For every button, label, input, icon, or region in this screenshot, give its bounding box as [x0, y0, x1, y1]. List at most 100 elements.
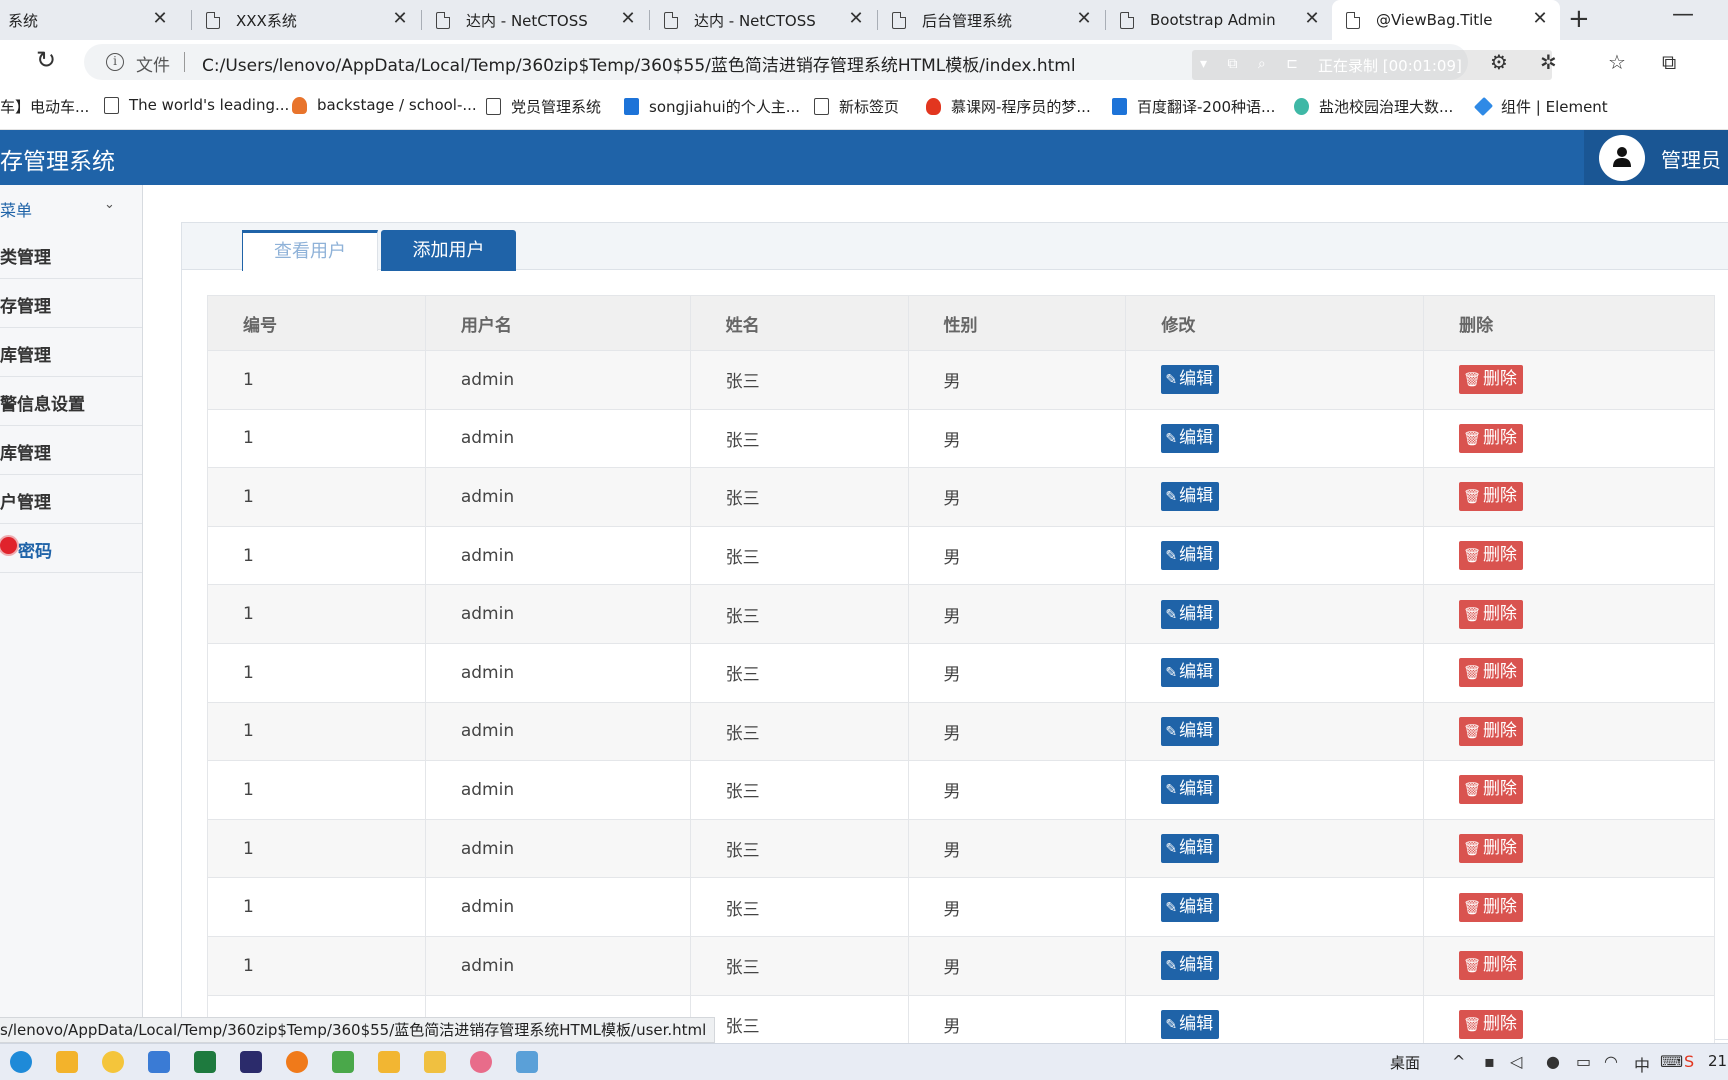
user-menu[interactable]: 管理员: [1584, 130, 1728, 185]
bookmark-item[interactable]: 组件 | Element: [1473, 96, 1608, 117]
edit-button[interactable]: ✎ 编辑: [1161, 834, 1220, 864]
qq-icon[interactable]: ●: [1546, 1052, 1560, 1071]
cell-gender: 男: [907, 642, 1127, 703]
browser-tab[interactable]: 后台管理系统 ✕: [878, 0, 1104, 40]
browser-tab[interactable]: XXX系统 ✕: [192, 0, 420, 40]
app-icon[interactable]: [332, 1051, 354, 1073]
cell-id: 1: [207, 584, 426, 644]
edit-button[interactable]: ✎ 编辑: [1161, 951, 1220, 981]
close-icon[interactable]: ✕: [846, 8, 866, 29]
extension-icon[interactable]: ⚙: [1490, 50, 1508, 74]
folder-icon[interactable]: [378, 1051, 400, 1073]
sidebar-item-password[interactable]: 密码: [0, 524, 142, 573]
tab-view-users[interactable]: 查看用户: [242, 230, 378, 271]
intellij-icon[interactable]: [240, 1051, 262, 1073]
browser-tab-active[interactable]: @ViewBag.Title ✕: [1332, 0, 1560, 40]
puzzle-icon[interactable]: ✲: [1540, 50, 1557, 74]
sidebar-item-inventory[interactable]: 存管理: [0, 279, 142, 328]
browser-tab[interactable]: 系统 ✕: [0, 0, 180, 40]
tab-add-user[interactable]: 添加用户: [381, 230, 516, 271]
app-icon[interactable]: [148, 1051, 170, 1073]
keyboard-icon[interactable]: ⌨: [1660, 1052, 1683, 1071]
delete-button[interactable]: 🗑 删除: [1459, 1009, 1523, 1039]
clock[interactable]: 21: [1708, 1052, 1727, 1070]
sidebar-menu-header[interactable]: 菜单 ⌄: [0, 185, 142, 230]
bookmark-item[interactable]: songjiahui的个人主...: [624, 96, 800, 117]
excel-icon[interactable]: [194, 1051, 216, 1073]
close-icon[interactable]: ✕: [390, 8, 410, 29]
delete-button[interactable]: 🗑 删除: [1459, 365, 1523, 395]
delete-button[interactable]: 🗑 删除: [1459, 716, 1523, 746]
app-icon[interactable]: [424, 1051, 446, 1073]
sidebar-item-stock-in[interactable]: 库管理: [0, 328, 142, 377]
sidebar-item-alert-settings[interactable]: 警信息设置: [0, 377, 142, 426]
bookmark-item[interactable]: The world's leading...: [104, 96, 289, 114]
browser-tab[interactable]: 达内 - NetCTOSS ✕: [650, 0, 876, 40]
chevron-up-icon[interactable]: ^: [1452, 1052, 1465, 1071]
address-bar[interactable]: i 文件 C:/Users/lenovo/AppData/Local/Temp/…: [84, 44, 1552, 80]
edit-button[interactable]: ✎ 编辑: [1161, 423, 1220, 453]
edge-icon[interactable]: [10, 1051, 32, 1073]
volume-icon[interactable]: ◁: [1510, 1052, 1522, 1071]
edit-button[interactable]: ✎ 编辑: [1161, 541, 1220, 571]
browser-tab[interactable]: Bootstrap Admin ✕: [1106, 0, 1332, 40]
edit-button[interactable]: ✎ 编辑: [1161, 658, 1220, 688]
close-icon[interactable]: ✕: [150, 8, 170, 29]
close-icon[interactable]: ✕: [618, 8, 638, 29]
reload-icon[interactable]: ↻: [36, 46, 56, 74]
collections-icon[interactable]: ⧉: [1662, 50, 1676, 74]
bookmark-item[interactable]: 车】电动车...: [0, 96, 89, 117]
delete-button[interactable]: 🗑 删除: [1459, 599, 1523, 629]
sidebar-item-users[interactable]: 户管理: [0, 475, 142, 524]
delete-button[interactable]: 🗑 删除: [1459, 892, 1523, 922]
wifi-icon[interactable]: ◠: [1604, 1052, 1618, 1071]
bookmark-item[interactable]: 慕课网-程序员的梦...: [926, 96, 1091, 117]
desktop-label[interactable]: 桌面: [1390, 1052, 1420, 1073]
cell-edit: ✎ 编辑: [1125, 525, 1425, 586]
battery-icon[interactable]: ▭: [1576, 1052, 1591, 1071]
minimize-icon[interactable]: —: [1672, 2, 1694, 27]
edit-button[interactable]: ✎ 编辑: [1161, 1009, 1220, 1039]
delete-button[interactable]: 🗑 删除: [1459, 658, 1523, 688]
delete-button[interactable]: 🗑 删除: [1459, 423, 1523, 453]
file-explorer-icon[interactable]: [56, 1051, 78, 1073]
bookmark-item[interactable]: 党员管理系统: [486, 96, 601, 117]
avatar[interactable]: [1599, 135, 1645, 181]
app-icon[interactable]: [286, 1051, 308, 1073]
browser-tab[interactable]: 达内 - NetCTOSS ✕: [422, 0, 648, 40]
close-icon[interactable]: ✕: [1074, 8, 1094, 29]
close-icon[interactable]: ✕: [1302, 8, 1322, 29]
delete-button[interactable]: 🗑 删除: [1459, 834, 1523, 864]
bookmark-item[interactable]: 百度翻译-200种语...: [1112, 96, 1275, 117]
app-icon[interactable]: [516, 1051, 538, 1073]
edit-button[interactable]: ✎ 编辑: [1161, 365, 1220, 395]
close-icon[interactable]: ✕: [1530, 8, 1550, 29]
edit-button[interactable]: ✎ 编辑: [1161, 892, 1220, 922]
cell-edit: ✎ 编辑: [1125, 818, 1425, 879]
app-icon[interactable]: S: [1684, 1052, 1694, 1071]
delete-button[interactable]: 🗑 删除: [1459, 951, 1523, 981]
delete-button[interactable]: 🗑 删除: [1459, 541, 1523, 571]
app-icon[interactable]: [102, 1051, 124, 1073]
bookmark-item[interactable]: 盐池校园治理大数...: [1294, 96, 1453, 117]
url-text[interactable]: C:/Users/lenovo/AppData/Local/Temp/360zi…: [202, 51, 1076, 76]
bookmark-item[interactable]: 新标签页: [814, 96, 899, 117]
chevron-down-icon[interactable]: ⌄: [104, 197, 115, 212]
delete-button[interactable]: 🗑 删除: [1459, 775, 1523, 805]
tray-app-icon[interactable]: ▪: [1484, 1052, 1495, 1071]
page-icon: [814, 98, 829, 115]
info-icon[interactable]: i: [106, 53, 124, 71]
ime-indicator[interactable]: 中: [1634, 1052, 1650, 1076]
edit-button[interactable]: ✎ 编辑: [1161, 599, 1220, 629]
edit-button[interactable]: ✎ 编辑: [1161, 716, 1220, 746]
app-icon[interactable]: [470, 1051, 492, 1073]
edit-button[interactable]: ✎ 编辑: [1161, 482, 1220, 512]
bookmark-item[interactable]: backstage / school-...: [292, 96, 477, 114]
recording-tools-icon[interactable]: ▾ ⧉ ⌕ ⊏: [1200, 56, 1306, 72]
sidebar-item-stock-out[interactable]: 库管理: [0, 426, 142, 475]
edit-button[interactable]: ✎ 编辑: [1161, 775, 1220, 805]
sidebar-item-category[interactable]: 类管理: [0, 230, 142, 279]
delete-button[interactable]: 🗑 删除: [1459, 482, 1523, 512]
new-tab-icon[interactable]: +: [1568, 4, 1590, 34]
favorites-icon[interactable]: ☆: [1608, 50, 1626, 74]
